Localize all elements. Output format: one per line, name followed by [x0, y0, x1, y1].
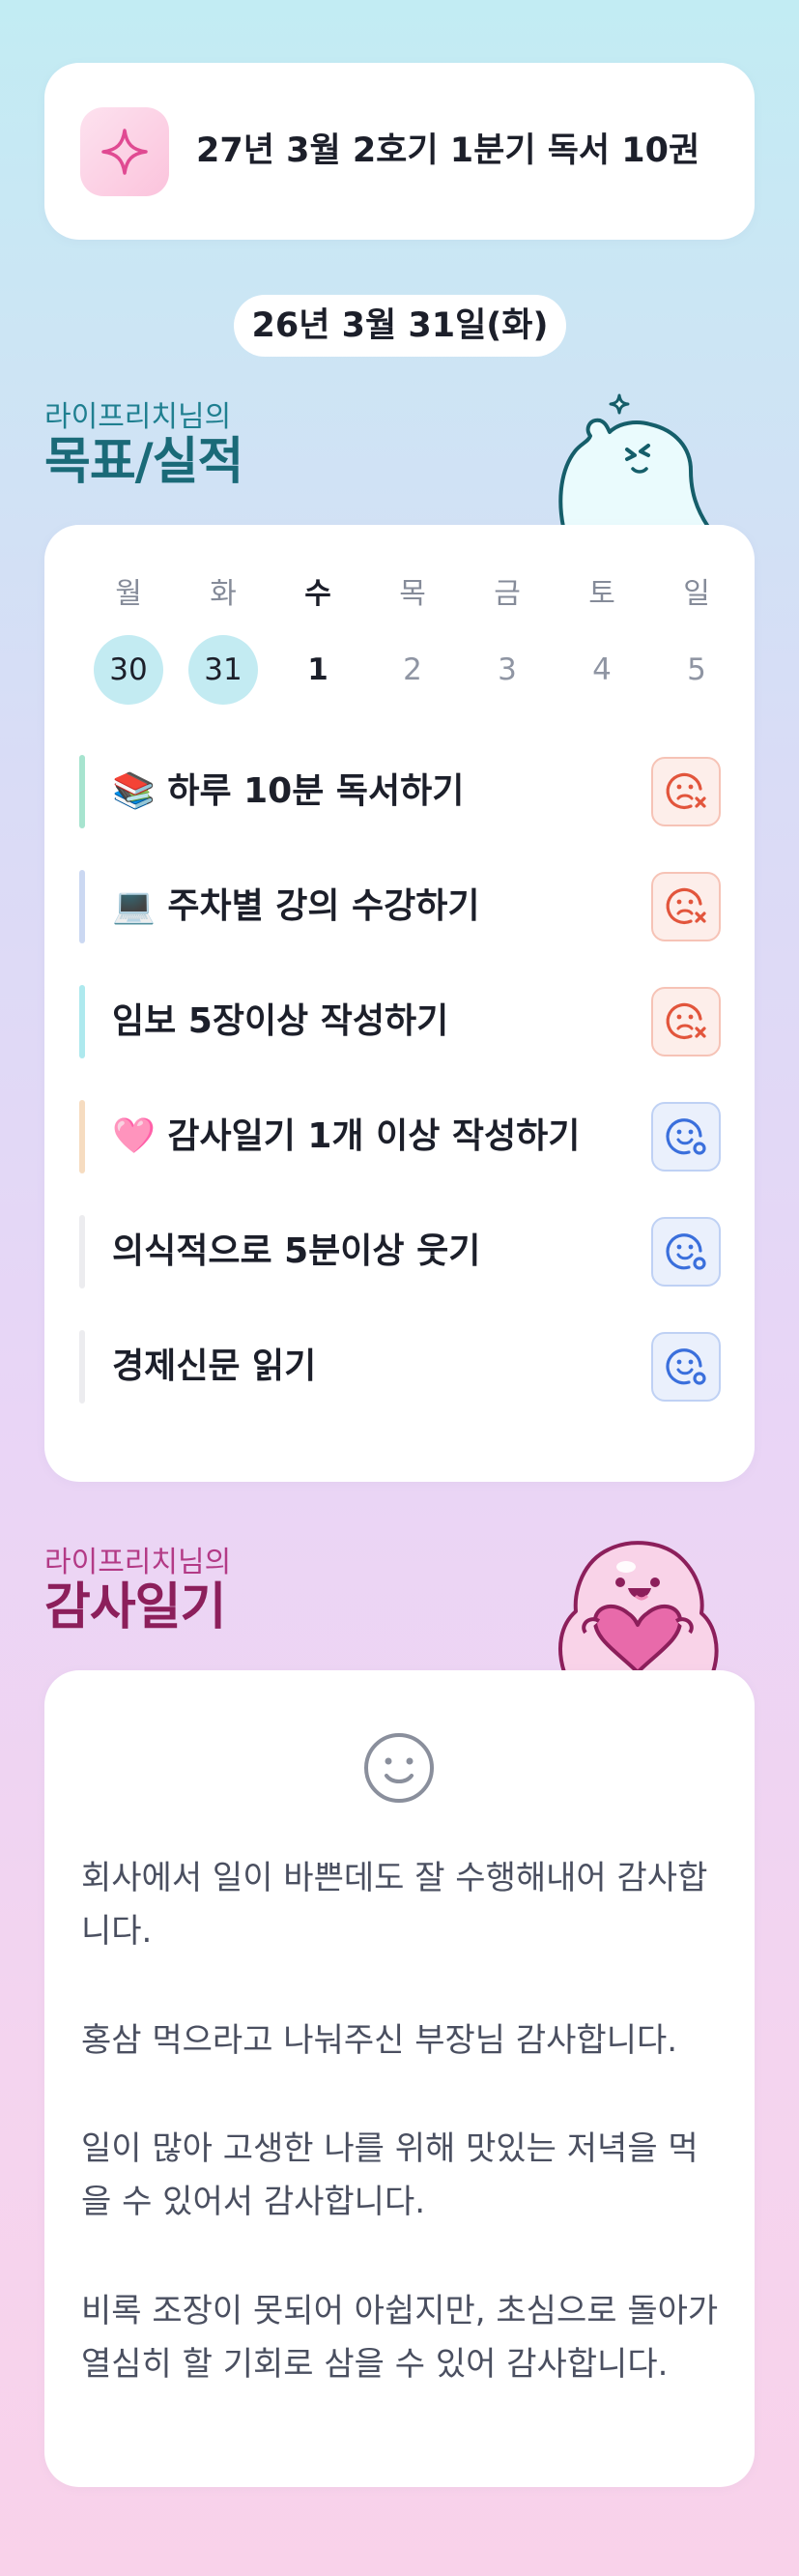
day-of-week-label: 금 — [494, 577, 521, 611]
happy-face-o-icon[interactable] — [651, 1332, 721, 1402]
week-day[interactable]: 화 31 — [176, 575, 271, 705]
day-number[interactable]: 4 — [567, 635, 637, 705]
thanks-entry: 비록 조장이 못되어 아쉽지만, 초심으로 돌아가 열심히 할 기회로 삼을 수… — [81, 2292, 719, 2384]
goal-item[interactable]: 임보 5장이상 작성하기 — [79, 985, 721, 1058]
week-day[interactable]: 목2 — [365, 575, 460, 705]
day-number[interactable]: 30 — [94, 635, 163, 705]
day-number[interactable]: 5 — [662, 635, 731, 705]
day-of-week-label: 토 — [588, 577, 615, 611]
goals-section-header: 라이프리치님의 목표/실적 — [44, 400, 243, 491]
week-day[interactable]: 일5 — [649, 575, 744, 705]
week-day[interactable]: 금3 — [460, 575, 555, 705]
goal-color-bar — [79, 870, 85, 943]
sad-face-x-icon[interactable] — [651, 872, 721, 941]
day-of-week-label: 일 — [683, 577, 710, 611]
thanks-section-subtitle: 라이프리치님의 — [44, 1546, 232, 1579]
goal-item[interactable]: 💻 주차별 강의 수강하기 — [79, 870, 721, 943]
day-number[interactable]: 3 — [472, 635, 542, 705]
goal-item[interactable]: 의식적으로 5분이상 웃기 — [79, 1215, 721, 1288]
smile-face-icon — [361, 1730, 437, 1806]
goal-color-bar — [79, 1330, 85, 1404]
week-day[interactable]: 월 30 — [81, 575, 176, 705]
thanks-entry: 회사에서 일이 바쁜데도 잘 수행해내어 감사합니다. — [81, 1859, 708, 1951]
thanks-entry: 홍삼 먹으라고 나눠주신 부장님 감사합니다. — [81, 2021, 678, 2060]
week-day[interactable]: 토4 — [555, 575, 649, 705]
day-of-week-label: 수 — [304, 577, 331, 611]
goal-label: 🩷 감사일기 1개 이상 작성하기 — [112, 1116, 581, 1156]
goal-label: 임보 5장이상 작성하기 — [112, 1001, 449, 1041]
goals-section-subtitle: 라이프리치님의 — [44, 400, 232, 434]
goal-title: 27년 3월 2호기 1분기 독서 10권 — [196, 131, 700, 170]
goal-label: 💻 주차별 강의 수강하기 — [112, 886, 480, 926]
pink-mascot-illustration — [551, 1532, 725, 1674]
day-number[interactable]: 31 — [188, 635, 258, 705]
goal-item[interactable]: 경제신문 읽기 — [79, 1330, 721, 1404]
goals-section-title: 목표/실적 — [44, 433, 243, 491]
goal-item[interactable]: 📚 하루 10분 독서하기 — [79, 755, 721, 828]
week-calendar: 월 30 화 31 수 1 목 2 금 3 토 4 일 5 — [81, 575, 744, 705]
sad-face-x-icon[interactable] — [651, 757, 721, 826]
goals-card: 월 30 화 31 수 1 목 2 금 3 토 4 일 5 📚 하루 10분 독서하기 💻 주차별 강의 수… — [44, 525, 755, 1482]
thanks-section-header: 라이프리치님의 감사일기 — [44, 1546, 232, 1636]
goal-color-bar — [79, 985, 85, 1058]
day-number[interactable]: 1 — [283, 635, 353, 705]
goal-label: 📚 하루 10분 독서하기 — [112, 771, 465, 811]
sad-face-x-icon[interactable] — [651, 987, 721, 1056]
goal-item[interactable]: 🩷 감사일기 1개 이상 작성하기 — [79, 1100, 721, 1173]
day-of-week-label: 화 — [210, 577, 237, 611]
day-number[interactable]: 2 — [378, 635, 447, 705]
sparkle-icon — [80, 107, 169, 196]
goal-color-bar — [79, 1100, 85, 1173]
goal-card[interactable]: 27년 3월 2호기 1분기 독서 10권 — [44, 63, 755, 240]
ghost-mascot-illustration — [556, 391, 720, 529]
goal-color-bar — [79, 755, 85, 828]
goal-label: 경제신문 읽기 — [112, 1346, 317, 1386]
day-of-week-label: 목 — [399, 577, 426, 611]
date-selector[interactable]: 26년 3월 31일(화) — [234, 295, 566, 357]
thanks-section-title: 감사일기 — [44, 1578, 226, 1636]
goal-label: 의식적으로 5분이상 웃기 — [112, 1231, 481, 1271]
day-of-week-label: 월 — [115, 577, 142, 611]
thanks-entry: 일이 많아 고생한 나를 위해 맛있는 저녁을 먹을 수 있어서 감사합니다. — [81, 2129, 699, 2221]
happy-face-o-icon[interactable] — [651, 1217, 721, 1287]
goal-color-bar — [79, 1215, 85, 1288]
week-day[interactable]: 수1 — [271, 575, 365, 705]
happy-face-o-icon[interactable] — [651, 1102, 721, 1172]
thanks-card: 회사에서 일이 바쁜데도 잘 수행해내어 감사합니다. 홍삼 먹으라고 나눠주신… — [44, 1670, 755, 2487]
